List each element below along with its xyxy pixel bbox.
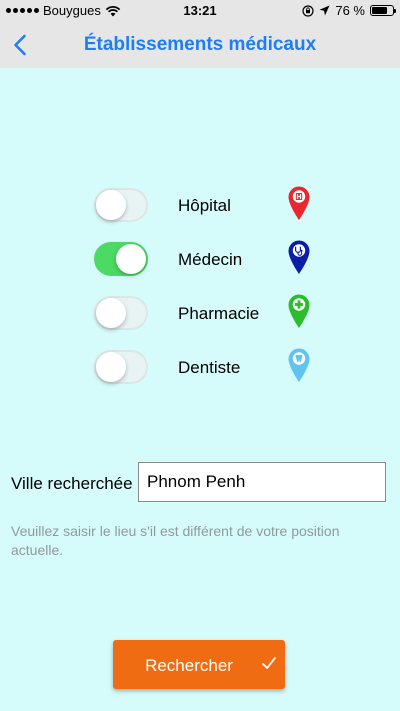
toggle-knob [116,244,146,274]
checkmark-icon [262,657,276,669]
battery-fill [372,7,388,14]
location-arrow-icon [319,5,330,16]
pharmacy-pin-icon [288,294,310,328]
hospital-pin-icon [288,186,310,220]
nav-bar: Établissements médicaux [0,22,400,68]
toggle-knob [96,298,126,328]
search-button-label: Rechercher [145,656,233,675]
city-label: Ville recherchée [11,474,133,493]
location-hint: Veuillez saisir le lieu s'il est différe… [11,523,340,558]
filter-row-medecin: Médecin [0,239,400,279]
filter-row-dentiste: Dentiste [0,347,400,387]
battery-icon [370,5,396,16]
status-right: 76 % [302,3,396,18]
pharmacie-toggle[interactable] [94,296,148,330]
doctor-pin-icon [288,240,310,274]
filter-row-pharmacie: Pharmacie [0,293,400,333]
toggle-knob [96,352,126,382]
city-input[interactable] [138,462,386,502]
search-button[interactable]: Rechercher [113,640,285,689]
filter-label: Pharmacie [178,304,260,323]
medecin-toggle[interactable] [94,242,148,276]
filter-label: Dentiste [178,358,241,377]
status-bar: Bouygues 13:21 76 % [0,0,400,22]
filter-label: Hôpital [178,196,231,215]
toggle-knob [96,190,126,220]
dentiste-toggle[interactable] [94,350,148,384]
page-title: Établissements médicaux [83,34,317,55]
hopital-toggle[interactable] [94,188,148,222]
filter-row-hopital: Hôpital [0,185,400,225]
battery-percent: 76 % [335,3,365,18]
filter-label: Médecin [178,250,243,269]
dentist-pin-icon [288,348,310,382]
rotation-lock-icon [302,4,314,17]
